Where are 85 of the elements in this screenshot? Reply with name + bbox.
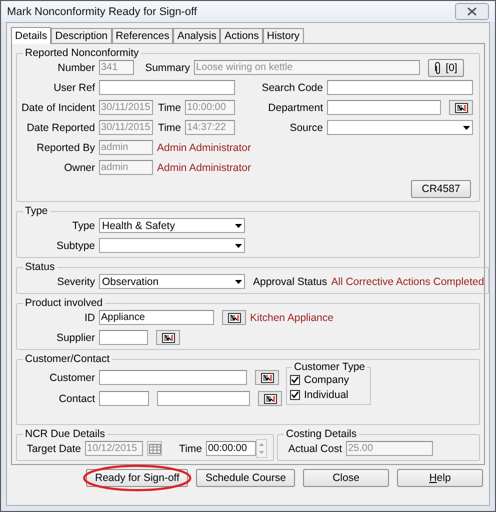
input-field[interactable] xyxy=(157,391,250,406)
list-lookup-icon xyxy=(228,312,240,322)
field-label: Owner xyxy=(63,162,95,174)
field-label: ID xyxy=(84,312,95,324)
checkbox[interactable] xyxy=(290,374,300,384)
list-lookup-icon xyxy=(264,394,276,404)
input-field[interactable] xyxy=(99,370,247,385)
product-description: Kitchen Appliance xyxy=(250,312,334,324)
field-label: Severity xyxy=(56,276,95,288)
input-field[interactable]: 00:00:00 xyxy=(206,441,256,456)
dropdown[interactable]: Observation xyxy=(99,274,245,289)
input-field[interactable] xyxy=(327,80,473,95)
field-label: Time xyxy=(178,442,202,454)
dialog-button[interactable]: Close xyxy=(303,469,389,487)
reference-button[interactable]: CR4587 xyxy=(411,180,471,198)
checkbox[interactable] xyxy=(290,390,300,400)
list-lookup-icon xyxy=(454,102,468,112)
field-label: Department xyxy=(267,102,323,114)
paperclip-icon xyxy=(434,62,441,74)
dropdown[interactable]: Health & Safety xyxy=(99,218,245,233)
lookup-button[interactable] xyxy=(449,100,473,115)
dialog-button[interactable]: Schedule Course xyxy=(196,469,295,487)
field-label: Contact xyxy=(58,392,95,404)
window-title: Mark Nonconformity Ready for Sign-off xyxy=(7,6,197,18)
checkbox-label: Company xyxy=(304,374,349,386)
spin-buttons[interactable] xyxy=(256,439,267,458)
tab[interactable]: Details xyxy=(11,27,52,44)
group-title: Status xyxy=(24,261,56,273)
field-label: Actual Cost xyxy=(287,442,342,454)
caret-icon xyxy=(235,224,242,228)
input-field[interactable]: Appliance xyxy=(99,310,214,325)
tab[interactable]: Description xyxy=(51,28,112,43)
field-label: Date of Incident xyxy=(21,102,95,114)
field-label: Target Date xyxy=(26,442,81,454)
field-label: Customer xyxy=(48,372,95,384)
dialog-button[interactable]: Ready for Sign-off xyxy=(86,469,188,487)
dropdown[interactable] xyxy=(327,120,473,135)
input-field[interactable] xyxy=(99,330,148,345)
field-label: Type xyxy=(71,220,95,232)
group-title: Costing Details xyxy=(285,428,358,440)
field-label: Summary xyxy=(144,62,190,74)
calendar-button[interactable] xyxy=(147,441,162,456)
field-label: Approval Status xyxy=(253,276,328,288)
group-title: Customer/Contact xyxy=(24,353,111,365)
group-title: Reported Nonconformity xyxy=(24,47,140,59)
tab[interactable]: History xyxy=(262,28,304,43)
field-label: Subtype xyxy=(55,240,95,252)
lookup-button[interactable] xyxy=(222,310,246,325)
lookup-button[interactable] xyxy=(258,391,282,406)
field-label: Time xyxy=(157,122,181,134)
group-title: Customer Type xyxy=(293,361,366,373)
approval-status-value: All Corrective Actions Completed xyxy=(331,276,484,288)
input-field[interactable] xyxy=(327,100,441,115)
user-name: Admin Administrator xyxy=(157,162,251,174)
close-button[interactable] xyxy=(455,3,489,20)
input-field[interactable] xyxy=(99,391,149,406)
field-label: Time xyxy=(157,102,181,114)
group-title: NCR Due Details xyxy=(24,428,106,440)
field-label: User Ref xyxy=(52,82,95,94)
calendar-icon xyxy=(148,444,160,454)
lookup-button[interactable] xyxy=(255,370,279,385)
attachments-button[interactable]: [0] xyxy=(428,58,464,76)
list-lookup-icon xyxy=(260,372,274,382)
close-icon xyxy=(467,7,477,16)
user-name: Admin Administrator xyxy=(157,142,251,154)
field-label: Source xyxy=(288,122,323,134)
group-title: Type xyxy=(24,205,49,217)
field-label: Date Reported xyxy=(26,122,95,134)
caret-icon xyxy=(235,280,242,284)
tab[interactable]: Actions xyxy=(220,28,263,43)
group-title: Product involved xyxy=(24,297,104,309)
caret-icon xyxy=(463,126,470,130)
field-label: Reported By xyxy=(36,142,95,154)
dialog-button[interactable]: Help xyxy=(397,469,483,487)
dropdown[interactable] xyxy=(99,238,245,253)
lookup-button[interactable] xyxy=(156,330,180,345)
tab[interactable]: References xyxy=(112,28,174,43)
field-label: Search Code xyxy=(260,82,323,94)
tab[interactable]: Analysis xyxy=(173,28,220,43)
caret-icon xyxy=(235,244,242,248)
list-lookup-icon xyxy=(162,332,174,342)
field-label: Supplier xyxy=(55,332,95,344)
input-field[interactable] xyxy=(99,80,235,95)
checkbox-label: Individual xyxy=(304,388,348,400)
field-label: Number xyxy=(56,62,95,74)
